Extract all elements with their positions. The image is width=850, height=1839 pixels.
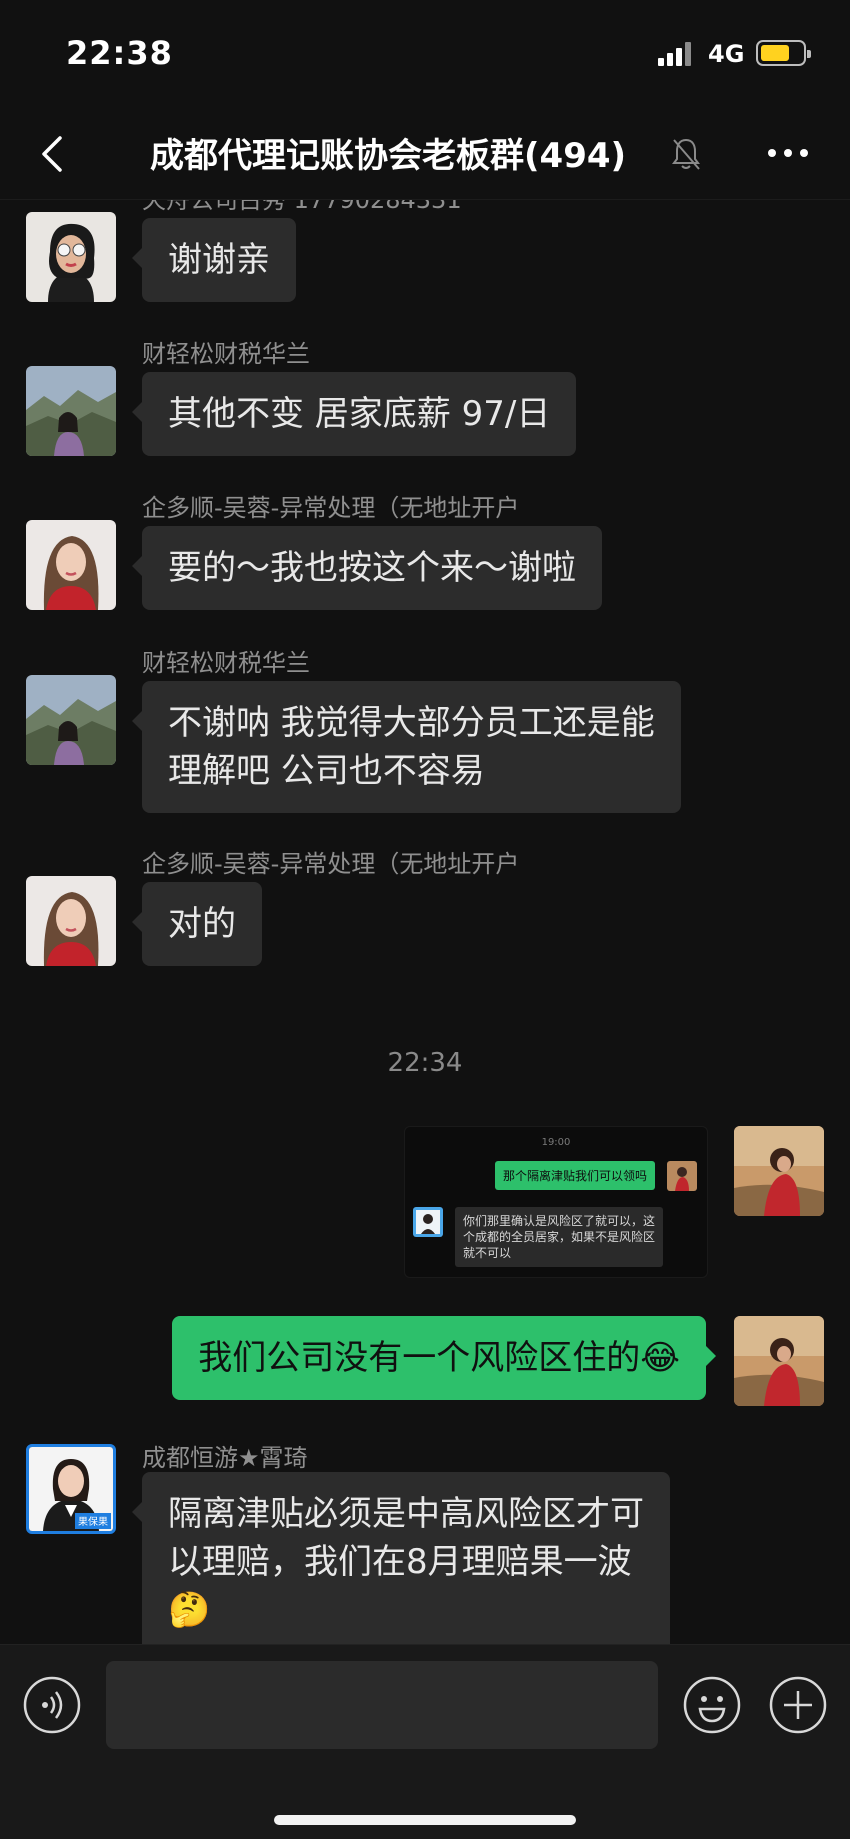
image-time: 19:00 (541, 1137, 571, 1148)
message-line: 不谢呐 我觉得大部分员工还是能 (168, 703, 655, 743)
avatar[interactable] (26, 520, 116, 610)
avatar[interactable] (26, 876, 116, 966)
avatar[interactable]: 果保果 (26, 1444, 116, 1534)
battery-icon (756, 40, 811, 66)
message-text: 我们公司没有一个风险区住的 (198, 1338, 641, 1378)
time-divider: 22:34 (387, 1048, 463, 1078)
message-line: 隔离津贴必须是中高风险区才可 (168, 1494, 644, 1534)
image-message[interactable]: 19:00 那个隔离津贴我们可以领吗 你们那里确认是风险区了就可以，这个成都的全… (404, 1126, 708, 1278)
image-reply-bubble: 你们那里确认是风险区了就可以，这个成都的全员居家，如果不是风险区就不可以 (455, 1207, 663, 1267)
network-label: 4G (708, 40, 745, 68)
thinking-emoji: 🤔 (168, 1590, 211, 1630)
chat-title: 成都代理记账协会老板群(494) (150, 136, 627, 176)
avatar[interactable] (26, 675, 116, 765)
message-bubble[interactable]: 要的～我也按这个来～谢啦 (132, 526, 602, 610)
plus-icon[interactable] (768, 1675, 828, 1735)
sender-name: 财轻松财税华兰 (142, 649, 310, 677)
status-bar: 22:38 4G (0, 0, 850, 108)
avatar (413, 1207, 443, 1237)
chat-list[interactable]: 天舟公司古秀 17790284331 谢谢亲 财轻松财税华兰 其他不变 居家底薪… (0, 200, 850, 1644)
avatar[interactable] (26, 212, 116, 302)
status-time: 22:38 (66, 34, 173, 72)
avatar (667, 1161, 697, 1191)
home-indicator (274, 1815, 576, 1825)
message-bubble[interactable]: 对的 (132, 882, 262, 966)
message-bubble[interactable]: 不谢呐 我觉得大部分员工还是能 理解吧 公司也不容易 (132, 681, 681, 813)
image-sent-bubble: 那个隔离津贴我们可以领吗 (494, 1161, 655, 1190)
sender-name: 企多顺-吴蓉-异常处理（无地址开户 (142, 494, 520, 522)
message-input[interactable] (106, 1661, 658, 1749)
sender-name: 天舟公司古秀 17790284331 (142, 200, 462, 214)
nav-bar: 成都代理记账协会老板群(494) (0, 108, 850, 200)
my-message-bubble[interactable]: 我们公司没有一个风险区住的😂 (172, 1316, 716, 1400)
emoji-icon[interactable] (682, 1675, 742, 1735)
mute-bell-icon (672, 138, 700, 170)
more-icon[interactable] (766, 146, 810, 160)
my-avatar[interactable] (734, 1126, 824, 1216)
sender-name: 企多顺-吴蓉-异常处理（无地址开户 (142, 850, 520, 878)
avatar[interactable] (26, 366, 116, 456)
avatar-badge-text: 果保果 (78, 1515, 108, 1528)
message-line: 以理赔，我们在8月理赔果一波 (168, 1542, 632, 1582)
sender-name: 财轻松财税华兰 (142, 340, 310, 368)
laughing-emoji: 😂 (640, 1338, 680, 1378)
message-bubble[interactable]: 其他不变 居家底薪 97/日 (131, 372, 577, 456)
input-bar (0, 1644, 850, 1839)
message-line: 理解吧 公司也不容易 (168, 751, 485, 791)
signal-icon (658, 40, 698, 66)
voice-icon[interactable] (22, 1675, 82, 1735)
my-avatar[interactable] (734, 1316, 824, 1406)
message-bubble[interactable]: 谢谢亲 (132, 218, 296, 302)
message-bubble[interactable]: 隔离津贴必须是中高风险区才可 以理赔，我们在8月理赔果一波 🤔 (132, 1472, 670, 1644)
sender-name: 成都恒游★霄琦 (142, 1444, 308, 1472)
back-icon[interactable] (36, 130, 76, 178)
